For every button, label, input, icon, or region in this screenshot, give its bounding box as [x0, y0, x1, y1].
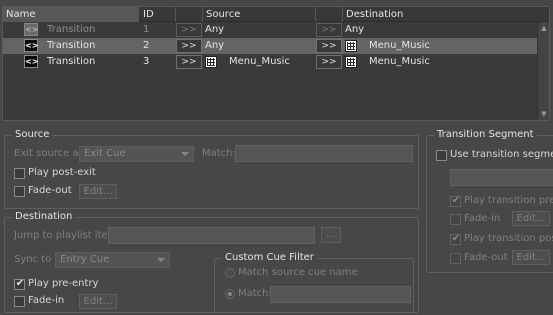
row-source: Any: [205, 40, 225, 51]
column-header-id[interactable]: ID: [140, 7, 176, 22]
sync-to-value: Entry Cue: [60, 254, 110, 265]
source-group-title: Source: [12, 129, 53, 141]
column-header-name[interactable]: Name: [3, 7, 139, 22]
cue-match-input[interactable]: [270, 286, 411, 303]
browse-button[interactable]: ...: [321, 227, 341, 243]
destination-select-button[interactable]: >>: [316, 55, 342, 69]
destination-group-title: Destination: [12, 211, 76, 223]
transition-icon: <>: [24, 23, 39, 36]
use-transition-segment-checkbox[interactable]: [436, 150, 447, 161]
scroll-down-icon[interactable]: ▼: [540, 110, 548, 118]
source-select-button[interactable]: >>: [176, 23, 202, 37]
fade-out-edit-button[interactable]: Edit...: [79, 184, 117, 199]
table-row[interactable]: <> Transition 3 >> Menu_Music >> Menu_Mu…: [3, 54, 537, 70]
transition-fade-out-checkbox[interactable]: [450, 253, 461, 264]
transition-list[interactable]: Name ID Source Destination <> Transition…: [2, 6, 550, 121]
checkmark-icon: ✔: [15, 278, 25, 289]
source-select-button[interactable]: >>: [176, 55, 202, 69]
row-id: 1: [143, 24, 150, 35]
sync-to-label: Sync to: [14, 254, 52, 265]
fade-in-label[interactable]: Fade-in: [28, 294, 64, 308]
transition-fade-in-checkbox[interactable]: [450, 214, 461, 225]
fade-out-label[interactable]: Fade-out: [28, 184, 72, 198]
row-source: Menu_Music: [229, 56, 290, 67]
play-transition-pre-entry-label[interactable]: Play transition pre-e: [464, 194, 553, 208]
transition-segment-group: Transition Segment Use transition segmen…: [426, 129, 553, 273]
custom-cue-filter-group: Custom Cue Filter Match source cue name …: [214, 252, 414, 313]
source-group: Source Exit source at Exit Cue Match: Pl…: [4, 129, 419, 209]
source-match-input[interactable]: [235, 145, 413, 162]
row-name: Transition: [47, 56, 96, 67]
chevron-down-icon: [157, 258, 165, 262]
row-destination: Menu_Music: [369, 56, 430, 67]
destination-select-button[interactable]: >>: [316, 39, 342, 53]
jump-to-playlist-item-label: Jump to playlist item: [14, 230, 118, 241]
checkmark-icon: ✔: [451, 195, 461, 206]
transition-fade-out-edit-button[interactable]: Edit...: [512, 250, 550, 265]
music-segment-icon: [205, 56, 217, 68]
sync-to-dropdown[interactable]: Entry Cue: [55, 252, 170, 268]
transition-icon: <>: [24, 39, 39, 52]
column-header-source[interactable]: Source: [203, 7, 316, 22]
table-header: Name ID Source Destination: [3, 7, 549, 22]
transition-icon: <>: [24, 55, 39, 68]
match-radio-label[interactable]: Match:: [238, 287, 272, 301]
column-header-destination-button[interactable]: [317, 7, 343, 22]
checkmark-icon: ✔: [451, 233, 461, 244]
source-select-button[interactable]: >>: [176, 39, 202, 53]
play-pre-entry-checkbox[interactable]: ✔: [14, 278, 25, 290]
transition-fade-in-edit-button[interactable]: Edit...: [512, 211, 550, 226]
play-pre-entry-label[interactable]: Play pre-entry: [28, 277, 98, 291]
transition-fade-out-label[interactable]: Fade-out: [464, 251, 508, 265]
match-source-cue-radio[interactable]: [225, 268, 235, 278]
vertical-scrollbar[interactable]: ▲ ▼: [537, 22, 549, 120]
match-label: Match:: [202, 148, 236, 159]
play-post-exit-checkbox[interactable]: [14, 168, 25, 179]
play-transition-post-exit-label[interactable]: Play transition post-e: [464, 232, 553, 246]
play-transition-post-exit-checkbox[interactable]: ✔: [450, 233, 461, 245]
use-transition-segment-label[interactable]: Use transition segment: [450, 148, 553, 162]
fade-in-checkbox[interactable]: [14, 296, 25, 307]
music-segment-icon: [345, 40, 357, 52]
playlist-item-input[interactable]: [108, 227, 315, 244]
transition-fade-in-label[interactable]: Fade-in: [464, 212, 500, 226]
exit-source-label: Exit source at: [14, 148, 83, 159]
row-destination: Any: [345, 24, 365, 35]
play-post-exit-label[interactable]: Play post-exit: [28, 166, 96, 180]
table-row[interactable]: <> Transition 1 >> Any >> Any: [3, 22, 537, 38]
row-id: 2: [143, 40, 150, 51]
fade-in-edit-button[interactable]: Edit...: [79, 294, 117, 309]
match-radio[interactable]: [225, 289, 235, 299]
row-destination: Menu_Music: [369, 40, 430, 51]
music-segment-icon: [345, 56, 357, 68]
column-header-source-button[interactable]: [177, 7, 203, 22]
row-source: Any: [205, 24, 225, 35]
chevron-down-icon: [181, 152, 189, 156]
column-header-destination[interactable]: Destination: [343, 7, 537, 22]
row-id: 3: [143, 56, 150, 67]
table-row[interactable]: <> Transition 2 >> Any >> Menu_Music: [3, 38, 537, 54]
row-name: Transition: [47, 24, 96, 35]
scroll-up-icon[interactable]: ▲: [540, 24, 548, 32]
match-source-cue-label[interactable]: Match source cue name: [238, 266, 358, 280]
transition-segment-title: Transition Segment: [434, 129, 537, 141]
row-name: Transition: [47, 40, 96, 51]
exit-source-dropdown[interactable]: Exit Cue: [79, 146, 194, 162]
fade-out-checkbox[interactable]: [14, 186, 25, 197]
transition-segment-input[interactable]: [450, 169, 553, 186]
play-transition-pre-entry-checkbox[interactable]: ✔: [450, 195, 461, 207]
destination-select-button[interactable]: >>: [316, 23, 342, 37]
custom-cue-filter-title: Custom Cue Filter: [222, 252, 317, 264]
exit-source-value: Exit Cue: [84, 148, 126, 159]
